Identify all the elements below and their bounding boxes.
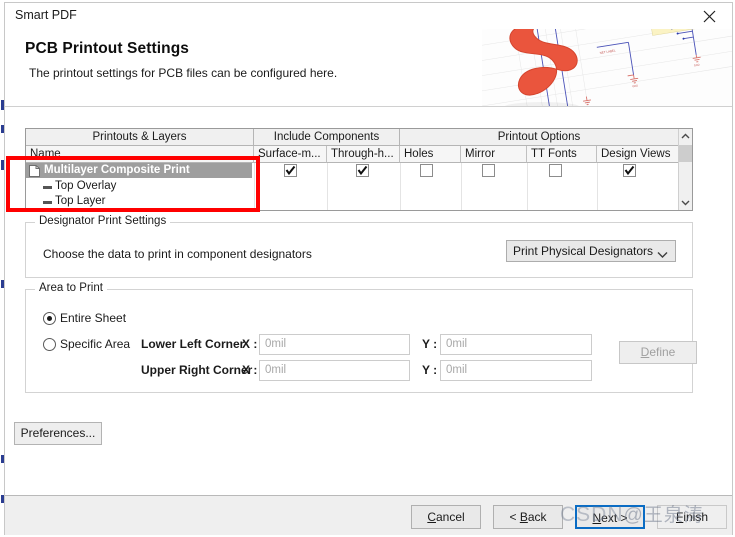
table-row[interactable]: Multilayer Composite Print [26,163,252,178]
grid-scrollbar[interactable] [678,129,692,210]
lower-left-y-input[interactable]: 0mil [440,334,592,355]
banner: P1234567 R1 R2 R3 R4 NET LABEL GND [5,29,732,107]
page-title: PCB Printout Settings [25,40,189,57]
column-header-design-views[interactable]: Design Views [597,146,678,163]
designator-print-settings-group: Designator Print Settings Choose the dat… [25,215,693,278]
window-title: Smart PDF [15,8,77,22]
column-header-through-hole[interactable]: Through-h... [327,146,400,163]
cancel-button[interactable]: Cancel [411,505,481,529]
checkbox-tt-fonts[interactable] [549,164,562,177]
chevron-down-icon[interactable] [679,195,692,210]
layer-dash-icon [43,186,52,189]
lower-left-y-placeholder: 0mil [446,338,468,350]
column-header-mirror[interactable]: Mirror [461,146,527,163]
designator-group-legend: Designator Print Settings [35,215,171,227]
checkbox-through-hole[interactable] [356,164,369,177]
designator-description: Choose the data to print in component de… [43,247,312,261]
group-header-include-components: Include Components [254,129,400,146]
grid-column-header-row: Name Surface-m... Through-h... Holes Mir… [26,146,692,163]
column-header-surface-mount[interactable]: Surface-m... [254,146,327,163]
checkbox-design-views[interactable] [623,164,636,177]
upper-right-corner-label: Upper Right Corner [141,363,253,377]
settings-panel: Printouts & Layers Include Components Pr… [5,107,732,495]
lower-left-y-label: Y : [422,337,438,351]
title-bar: Smart PDF [5,3,732,29]
dialog-footer: Cancel < Back Next > Finish [5,495,732,535]
column-header-tt-fonts[interactable]: TT Fonts [527,146,597,163]
chevron-up-icon[interactable] [679,129,692,144]
document-icon [29,165,40,177]
adobe-pdf-logo-icon: P1234567 R1 R2 R3 R4 NET LABEL GND [482,29,732,107]
chevron-down-icon [657,248,668,262]
designator-select[interactable]: Print Physical Designators [506,240,676,262]
lower-left-x-label: X : [242,337,258,351]
close-icon[interactable] [686,3,732,29]
row-label: Multilayer Composite Print [44,164,190,176]
upper-right-y-label: Y : [422,363,438,377]
upper-right-x-placeholder: 0mil [265,364,287,376]
define-button-label-rest: efine [649,345,676,359]
group-header-printout-options: Printout Options [400,129,678,146]
area-to-print-group: Area to Print Entire Sheet Specific Area… [25,282,697,393]
radio-specific-area-label: Specific Area [60,337,131,351]
next-label-rest: ext > [601,511,628,525]
table-row[interactable]: Top Overlay [26,179,252,194]
upper-right-y-placeholder: 0mil [446,364,468,376]
lower-left-corner-label: Lower Left Corner [141,337,245,351]
scrollbar-thumb[interactable] [679,145,692,162]
radio-dot [47,316,52,321]
finish-button[interactable]: Finish [657,505,727,529]
lower-left-x-placeholder: 0mil [265,338,287,350]
cancel-label-rest: ancel [435,510,465,524]
designator-select-value: Print Physical Designators [513,244,654,258]
printouts-layers-grid: Printouts & Layers Include Components Pr… [25,128,693,211]
grid-group-header-row: Printouts & Layers Include Components Pr… [26,129,692,146]
radio-specific-area[interactable] [43,338,56,351]
smart-pdf-dialog: Smart PDF NET LABEL GND GND PCB Printout… [4,2,733,535]
checkbox-mirror[interactable] [482,164,495,177]
page-subtitle: The printout settings for PCB files can … [29,66,338,80]
radio-entire-sheet[interactable] [43,312,56,325]
back-button[interactable]: < Back [493,505,563,529]
next-button[interactable]: Next > [575,505,645,529]
row-label: Top Overlay [55,180,117,192]
upper-right-y-input[interactable]: 0mil [440,360,592,381]
column-header-holes[interactable]: Holes [400,146,461,163]
layer-dash-icon [43,201,52,204]
column-header-name[interactable]: Name [26,146,254,163]
preferences-button[interactable]: Preferences... [14,422,102,445]
lower-left-x-input[interactable]: 0mil [259,334,410,355]
table-row[interactable]: Top Layer [26,194,252,209]
back-label-rest: ack [527,510,547,524]
upper-right-x-input[interactable]: 0mil [259,360,410,381]
define-button[interactable]: Define [619,341,697,364]
group-header-printouts-layers: Printouts & Layers [26,129,254,146]
grid-body: Multilayer Composite Print Top Overlay T… [26,163,678,210]
finish-label-rest: inish [683,510,709,524]
checkbox-holes[interactable] [420,164,433,177]
row-label: Top Layer [55,195,106,207]
checkbox-surface-mount[interactable] [284,164,297,177]
upper-right-x-label: X : [242,363,258,377]
radio-entire-sheet-label: Entire Sheet [60,311,127,325]
area-group-legend: Area to Print [35,282,107,294]
